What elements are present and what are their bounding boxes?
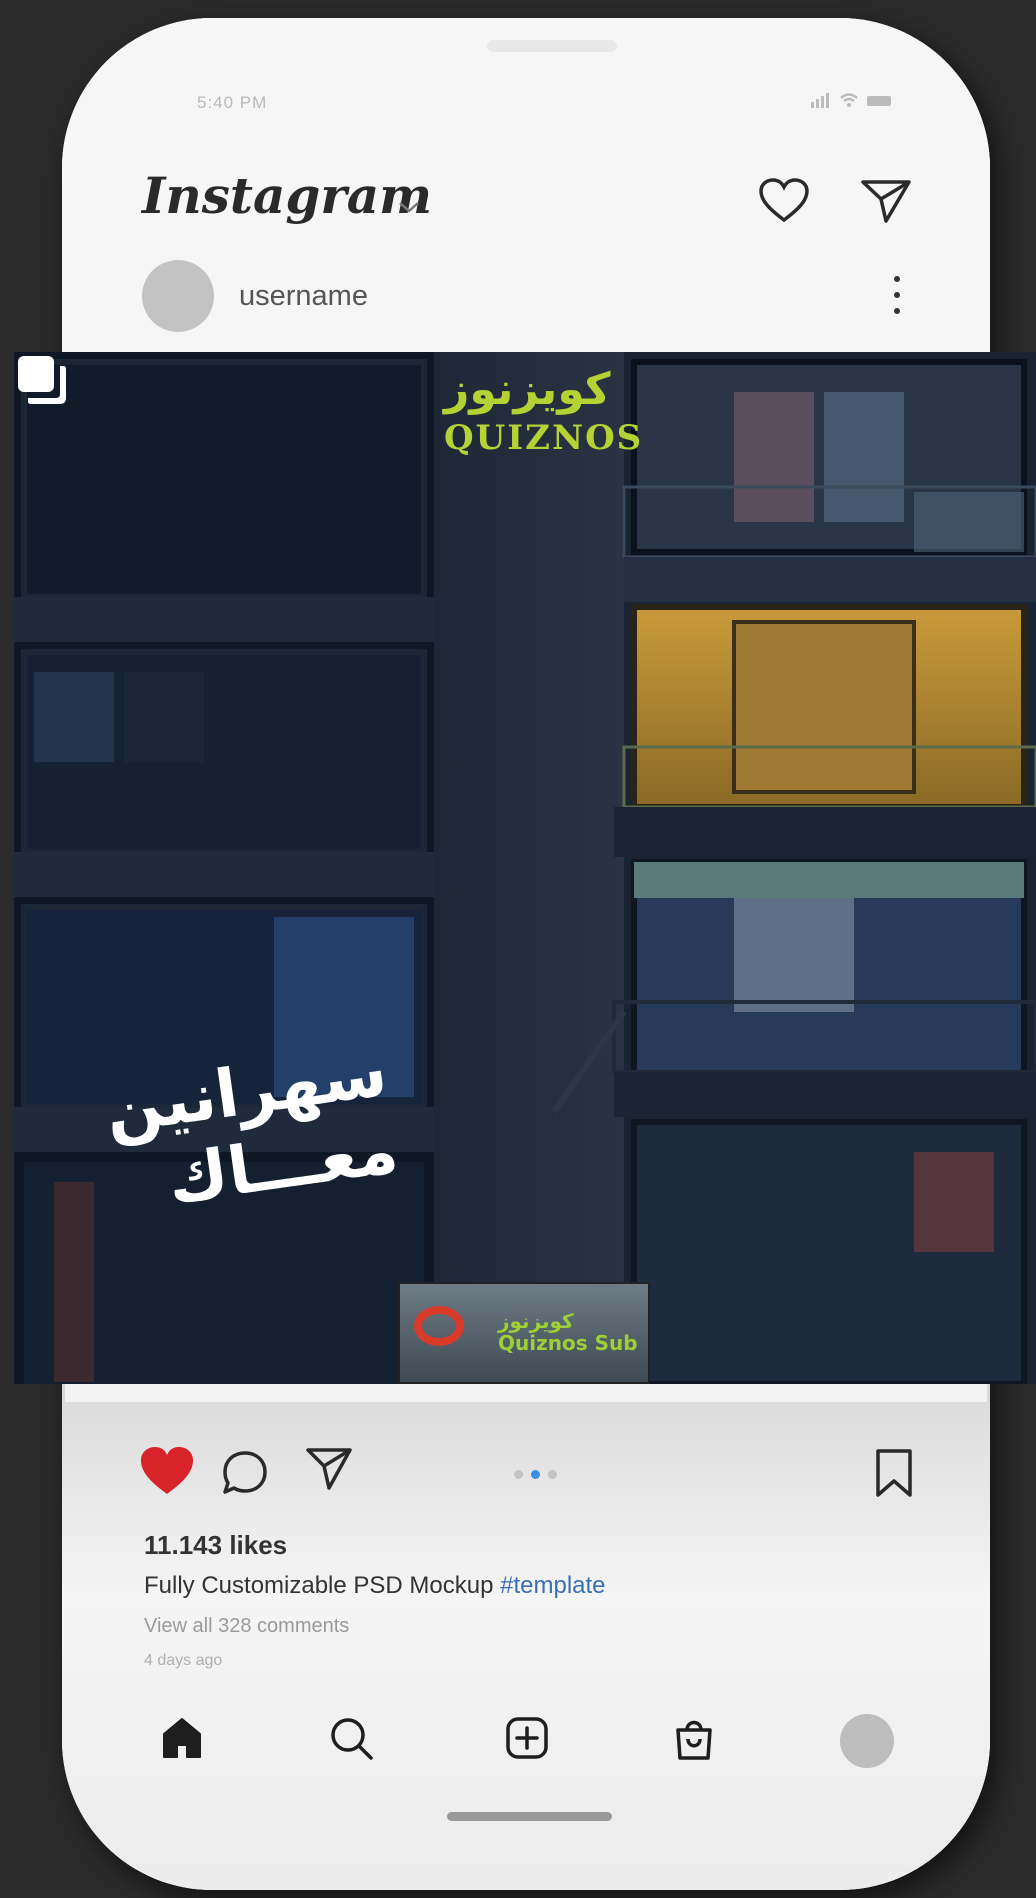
like-heart-filled-icon[interactable]	[138, 1444, 196, 1498]
sign-text: كويزنوز Quiznos Sub	[498, 1310, 638, 1354]
comment-icon[interactable]	[220, 1448, 270, 1498]
post-footer: 11.143 likes Fully Customizable PSD Mock…	[62, 1402, 990, 1890]
direct-message-icon[interactable]	[860, 178, 912, 224]
status-indicators	[811, 92, 895, 113]
post-timestamp: 4 days ago	[144, 1652, 223, 1669]
post-image[interactable]: كويزنوز QUIZNOS سهرانين معـــاك كويزنوز …	[14, 352, 1036, 1384]
bottom-navigation	[62, 1702, 990, 1772]
carousel-dot	[548, 1470, 557, 1479]
signal-wifi-battery-icon	[811, 93, 891, 108]
building-night-photo	[14, 352, 1036, 1384]
shopping-bag-icon[interactable]	[670, 1714, 718, 1762]
share-icon[interactable]	[305, 1446, 353, 1492]
quiznos-logo-arabic: كويزنوز	[444, 364, 611, 415]
carousel-dot-active	[531, 1470, 540, 1479]
status-time: 5:40 PM	[197, 93, 268, 112]
sign-text-arabic: كويزنوز	[498, 1309, 574, 1333]
more-options-icon[interactable]	[892, 276, 902, 320]
home-icon[interactable]	[158, 1714, 206, 1762]
post-username[interactable]: username	[239, 280, 368, 313]
avatar[interactable]	[142, 260, 214, 332]
search-icon[interactable]	[327, 1714, 375, 1762]
view-all-comments-link[interactable]: View all 328 comments	[144, 1615, 349, 1638]
bookmark-icon[interactable]	[874, 1448, 914, 1498]
post-caption: Fully Customizable PSD Mockup #template	[144, 1572, 606, 1600]
home-indicator[interactable]	[447, 1812, 612, 1821]
phone-notch	[487, 40, 617, 52]
storefront-sign: كويزنوز Quiznos Sub	[398, 1282, 650, 1384]
carousel-dot	[514, 1470, 523, 1479]
likes-count[interactable]: 11.143 likes	[144, 1530, 287, 1561]
instagram-logo[interactable]: Instagram	[142, 166, 432, 225]
caption-hashtag[interactable]: #template	[500, 1572, 605, 1599]
carousel-dots	[510, 1466, 561, 1484]
add-post-icon[interactable]	[503, 1714, 551, 1762]
caption-text: Fully Customizable PSD Mockup	[144, 1572, 501, 1599]
screen-header-area: 5:40 PM Instagram username	[62, 18, 990, 358]
sign-text-latin: Quiznos Sub	[498, 1331, 638, 1355]
quiznos-logo-latin: QUIZNOS	[444, 418, 644, 458]
heart-outline-icon[interactable]	[758, 178, 810, 224]
quiznos-q-logo-icon	[414, 1306, 464, 1346]
multiple-images-icon	[18, 356, 66, 404]
profile-avatar[interactable]	[840, 1714, 894, 1768]
chevron-down-icon[interactable]	[398, 190, 420, 221]
